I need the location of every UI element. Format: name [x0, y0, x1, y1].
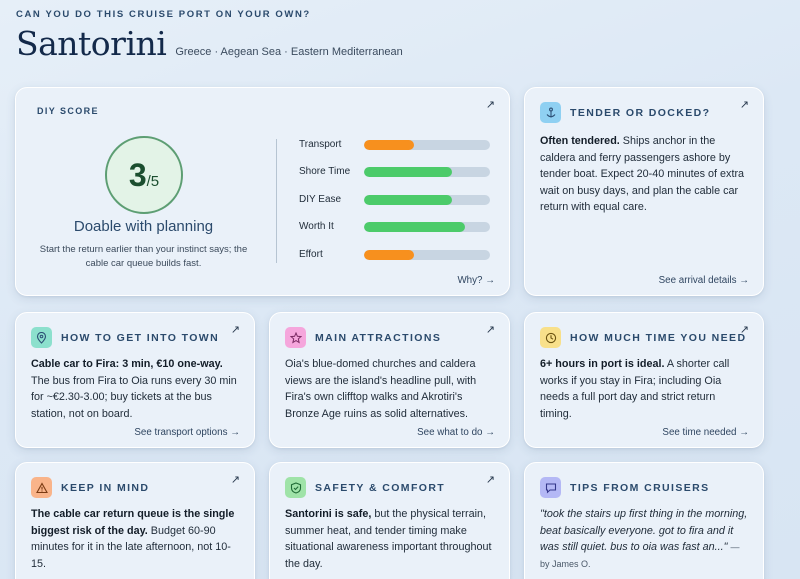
arrival-details-link[interactable]: See arrival details →	[659, 275, 749, 286]
page-subtitle: Greece · Aegean Sea · Eastern Mediterran…	[175, 46, 403, 58]
expand-arrow-icon[interactable]: ↗	[231, 323, 240, 336]
metric-label-shore-time: Shore Time	[299, 166, 351, 177]
page-eyebrow: CAN YOU DO THIS CRUISE PORT ON YOUR OWN?	[16, 9, 311, 20]
card-head: KEEP IN MIND	[31, 477, 149, 498]
tip-quote: "took the stairs up first thing in the m…	[540, 508, 748, 554]
attractions-card[interactable]: MAIN ATTRACTIONS ↗ Oia's blue-domed chur…	[269, 312, 510, 448]
divider	[276, 139, 277, 263]
metric-label-effort: Effort	[299, 249, 323, 260]
card-head: HOW MUCH TIME YOU NEED	[540, 327, 746, 348]
expand-arrow-icon[interactable]: ↗	[231, 473, 240, 486]
score-note: Start the return earlier than your insti…	[39, 244, 248, 269]
card-body: 6+ hours in port is ideal. A shorter cal…	[540, 356, 749, 422]
metric-bar-fill	[364, 167, 453, 177]
card-body: Oia's blue-domed churches and caldera vi…	[285, 356, 495, 422]
card-body: Santorini is safe, but the physical terr…	[285, 506, 495, 572]
safety-card[interactable]: SAFETY & COMFORT ↗ Santorini is safe, bu…	[269, 462, 510, 579]
card-label: KEEP IN MIND	[61, 481, 150, 494]
score-verdict: Doable with planning	[73, 218, 214, 235]
metric-label-worth-it: Worth It	[299, 221, 334, 232]
clock-icon	[540, 327, 561, 348]
score-circle: 3 /5	[105, 136, 183, 214]
transport-options-link[interactable]: See transport options →	[134, 427, 240, 438]
card-label: TENDER OR DOCKED?	[570, 106, 711, 119]
star-icon	[285, 327, 306, 348]
what-to-do-link[interactable]: See what to do →	[417, 427, 495, 438]
score-denominator: /5	[146, 172, 160, 190]
why-link[interactable]: Why? →	[457, 275, 495, 286]
expand-arrow-icon[interactable]: ↗	[486, 473, 495, 486]
title-row: Santorini Greece · Aegean Sea · Eastern …	[16, 24, 403, 63]
expand-arrow-icon[interactable]: ↗	[486, 98, 495, 111]
card-head: TENDER OR DOCKED?	[540, 102, 710, 123]
metric-label-diy-ease: DIY Ease	[299, 194, 342, 205]
page-title: Santorini	[16, 24, 167, 63]
card-body-text: The bus from Fira to Oia runs every 30 m…	[31, 374, 237, 420]
anchor-icon	[540, 102, 561, 123]
map-pin-icon	[31, 327, 52, 348]
card-body-text: Oia's blue-domed churches and caldera vi…	[285, 358, 477, 420]
metric-bar-effort	[364, 250, 490, 260]
card-body: Often tendered. Ships anchor in the cald…	[540, 133, 749, 216]
metric-bar-transport	[364, 140, 490, 150]
metric-bar-worth-it	[364, 222, 490, 232]
card-body-bold: Cable car to Fira: 3 min, €10 one-way.	[31, 358, 223, 370]
metric-bar-fill	[364, 195, 453, 205]
town-card[interactable]: HOW TO GET INTO TOWN ↗ Cable car to Fira…	[15, 312, 255, 448]
time-card[interactable]: HOW MUCH TIME YOU NEED ↗ 6+ hours in por…	[524, 312, 764, 448]
card-body: "took the stairs up first thing in the m…	[540, 506, 749, 572]
card-body-bold: 6+ hours in port is ideal.	[540, 358, 665, 370]
metric-bar-fill	[364, 222, 465, 232]
card-head: HOW TO GET INTO TOWN	[31, 327, 219, 348]
metric-bar-diy-ease	[364, 195, 490, 205]
metric-bar-fill	[364, 250, 415, 260]
tips-card[interactable]: TIPS FROM CRUISERS "took the stairs up f…	[524, 462, 764, 579]
expand-arrow-icon[interactable]: ↗	[740, 98, 749, 111]
warning-icon	[31, 477, 52, 498]
card-body-bold: Often tendered.	[540, 135, 620, 147]
chat-icon	[540, 477, 561, 498]
metric-bar-shore-time	[364, 167, 490, 177]
card-body-bold: Santorini is safe,	[285, 508, 372, 520]
card-head: TIPS FROM CRUISERS	[540, 477, 710, 498]
card-body: Cable car to Fira: 3 min, €10 one-way. T…	[31, 356, 240, 422]
expand-arrow-icon[interactable]: ↗	[740, 323, 749, 336]
tender-card[interactable]: TENDER OR DOCKED? ↗ Often tendered. Ship…	[524, 87, 764, 296]
card-head: SAFETY & COMFORT	[285, 477, 445, 498]
card-head: MAIN ATTRACTIONS	[285, 327, 441, 348]
keep-in-mind-card[interactable]: KEEP IN MIND ↗ The cable car return queu…	[15, 462, 255, 579]
score-value: 3	[128, 156, 147, 193]
card-label: HOW TO GET INTO TOWN	[61, 331, 220, 344]
expand-arrow-icon[interactable]: ↗	[486, 323, 495, 336]
metric-bar-fill	[364, 140, 415, 150]
card-body: The cable car return queue is the single…	[31, 506, 240, 572]
card-label: TIPS FROM CRUISERS	[570, 481, 710, 494]
card-label: MAIN ATTRACTIONS	[315, 331, 442, 344]
metric-label-transport: Transport	[299, 139, 342, 150]
diy-score-card[interactable]: DIY SCORE ↗ 3 /5 Doable with planning St…	[15, 87, 510, 296]
diy-score-label: DIY SCORE	[37, 106, 99, 116]
shield-icon	[285, 477, 306, 498]
card-label: HOW MUCH TIME YOU NEED	[570, 331, 747, 344]
card-label: SAFETY & COMFORT	[315, 481, 446, 494]
time-needed-link[interactable]: See time needed →	[662, 427, 749, 438]
